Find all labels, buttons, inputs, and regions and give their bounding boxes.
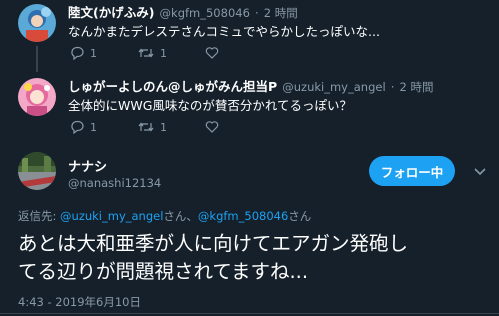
retweet-button[interactable]: 1 xyxy=(138,120,167,134)
user-name[interactable]: ナナシ xyxy=(68,156,107,175)
user-name[interactable]: 陸文(かげふみ) xyxy=(68,5,154,20)
avatar[interactable] xyxy=(18,152,56,190)
retweet-icon xyxy=(138,46,154,60)
more-options-button[interactable] xyxy=(471,162,489,180)
reply-icon xyxy=(70,46,84,60)
main-tweet-line: てる辺りが問題視されてますね... xyxy=(18,260,309,283)
reply-button[interactable]: 1 xyxy=(70,120,97,134)
separator-dot: · xyxy=(255,6,259,20)
like-button[interactable] xyxy=(205,120,225,134)
reply-prefix: 返信先: xyxy=(18,209,61,223)
retweet-count: 1 xyxy=(160,120,167,134)
reply-count: 1 xyxy=(90,120,97,134)
reply-count: 1 xyxy=(90,46,97,60)
user-handle[interactable]: @nanashi12134 xyxy=(68,176,161,190)
tweet-timestamp[interactable]: 4:43 - 2019年6月10日 xyxy=(18,294,141,310)
tweet-time[interactable]: 2 時間 xyxy=(264,6,298,20)
tweet-text: 全体的にWWG風味なのが賛否分かれてるっぽい？ xyxy=(68,98,353,113)
reply-icon xyxy=(70,120,84,134)
user-handle[interactable]: @kgfm_508046 xyxy=(160,6,250,20)
main-tweet-text: あとは大和亜季が人に向けてエアガン発砲し てる辺りが問題視されてますね... xyxy=(18,230,408,286)
user-name[interactable]: しゅがーよしのん@しゅがみん担当P xyxy=(68,79,277,94)
reply-user-link[interactable]: @uzuki_my_angel xyxy=(60,209,163,223)
reply-honorific: さん xyxy=(288,209,312,223)
reply-to-line: 返信先: @uzuki_my_angelさん、@kgfm_508046さん xyxy=(18,208,311,224)
thread-line xyxy=(36,46,38,72)
reply-button[interactable]: 1 xyxy=(70,46,97,60)
avatar[interactable] xyxy=(18,4,56,42)
reply-user-link[interactable]: @kgfm_508046 xyxy=(198,209,288,223)
like-icon xyxy=(205,120,219,134)
separator-dot: · xyxy=(390,80,395,94)
reply-honorific: さん、 xyxy=(163,209,198,223)
divider xyxy=(0,313,499,314)
chevron-down-icon xyxy=(471,162,489,180)
tweet-text: なんかまたデレステさんコミュでやらかしたっぽいな... xyxy=(68,24,380,39)
follow-button[interactable]: フォロー中 xyxy=(369,156,455,186)
retweet-button[interactable]: 1 xyxy=(138,46,167,60)
user-handle[interactable]: @uzuki_my_angel xyxy=(282,80,385,94)
retweet-icon xyxy=(138,120,154,134)
tweet-time[interactable]: 2 時間 xyxy=(400,80,434,94)
like-icon xyxy=(205,46,219,60)
like-button[interactable] xyxy=(205,46,225,60)
retweet-count: 1 xyxy=(160,46,167,60)
avatar[interactable] xyxy=(18,78,56,116)
main-tweet-line: あとは大和亜季が人に向けてエアガン発砲し xyxy=(18,232,409,255)
